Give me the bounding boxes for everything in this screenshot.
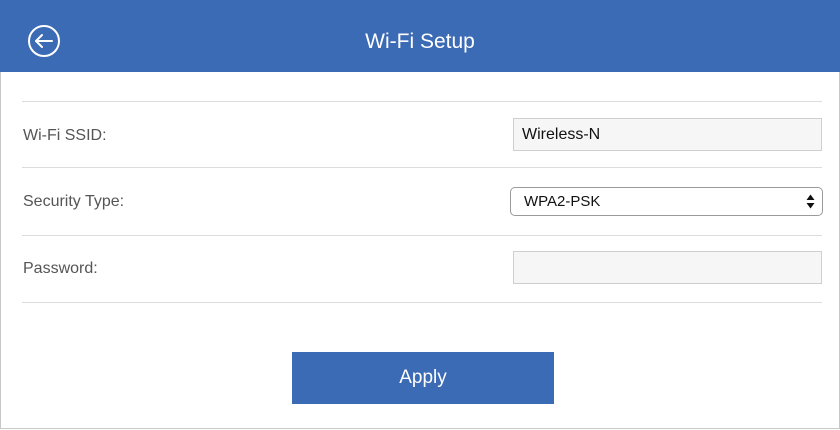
ssid-input[interactable] <box>513 118 822 151</box>
header-bar: Wi-Fi Setup <box>0 0 840 72</box>
page-title: Wi-Fi Setup <box>365 30 475 53</box>
divider <box>22 302 822 303</box>
ssid-label: Wi-Fi SSID: <box>23 127 107 144</box>
up-down-arrows-icon <box>806 194 815 209</box>
divider <box>22 235 822 236</box>
password-label: Password: <box>23 260 98 277</box>
password-input[interactable] <box>513 251 822 284</box>
security-type-label: Security Type: <box>23 193 125 210</box>
divider <box>22 101 822 102</box>
apply-button[interactable]: Apply <box>292 352 554 404</box>
security-type-select[interactable]: WPA2-PSK <box>510 187 823 216</box>
security-type-value: WPA2-PSK <box>524 193 601 210</box>
divider <box>22 167 822 168</box>
